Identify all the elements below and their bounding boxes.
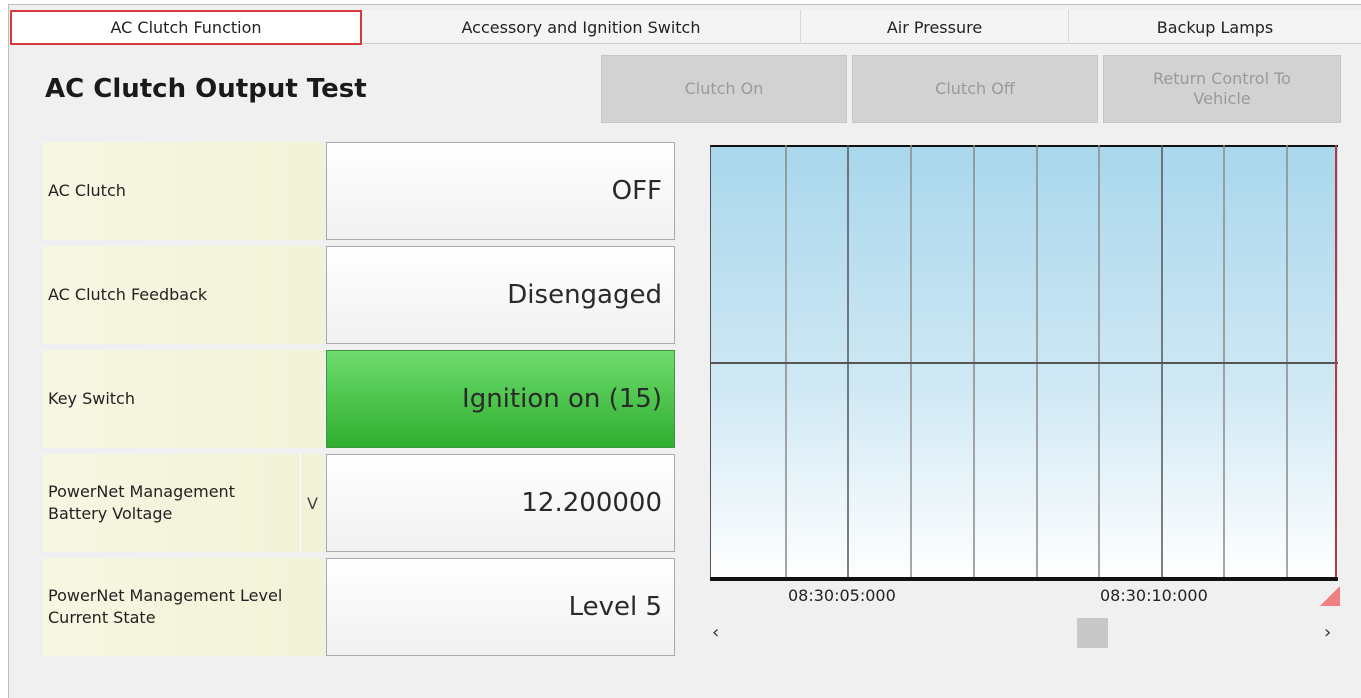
row-value-battery-voltage: 12.200000	[326, 454, 675, 552]
tab-accessory-ignition-switch[interactable]: Accessory and Ignition Switch	[362, 10, 801, 44]
row-value-level-state: Level 5	[326, 558, 675, 656]
time-axis-label: 08:30:05:000	[788, 586, 896, 605]
scrollbar-thumb[interactable]	[1077, 618, 1108, 648]
plot-gridlines	[710, 145, 1338, 581]
tab-bar: AC Clutch Function Accessory and Ignitio…	[10, 10, 1361, 45]
time-axis-label: 08:30:10:000	[1100, 586, 1208, 605]
page-title: AC Clutch Output Test	[45, 74, 367, 104]
tab-air-pressure[interactable]: Air Pressure	[801, 10, 1069, 44]
row-label-key-switch: Key Switch	[43, 350, 324, 448]
clutch-off-button[interactable]: Clutch Off	[852, 55, 1098, 123]
row-label-level-state: PowerNet Management Level Current State	[43, 558, 324, 656]
row-label-ac-clutch: AC Clutch	[43, 142, 324, 240]
scroll-left-icon[interactable]: ‹	[712, 622, 719, 643]
clutch-on-button[interactable]: Clutch On	[601, 55, 847, 123]
row-value-ac-clutch-feedback: Disengaged	[326, 246, 675, 344]
marker-triangle-icon	[1320, 586, 1340, 606]
row-value-ac-clutch: OFF	[326, 142, 675, 240]
row-label-ac-clutch-feedback: AC Clutch Feedback	[43, 246, 324, 344]
row-value-key-switch: Ignition on (15)	[326, 350, 675, 448]
scroll-right-icon[interactable]: ›	[1324, 622, 1331, 643]
tab-ac-clutch-function[interactable]: AC Clutch Function	[10, 10, 362, 45]
return-control-button[interactable]: Return Control To Vehicle	[1103, 55, 1341, 123]
tab-backup-lamps[interactable]: Backup Lamps	[1069, 10, 1361, 44]
unit-label-volts: V	[300, 454, 324, 552]
row-label-battery-voltage: PowerNet Management Battery Voltage	[43, 454, 299, 552]
